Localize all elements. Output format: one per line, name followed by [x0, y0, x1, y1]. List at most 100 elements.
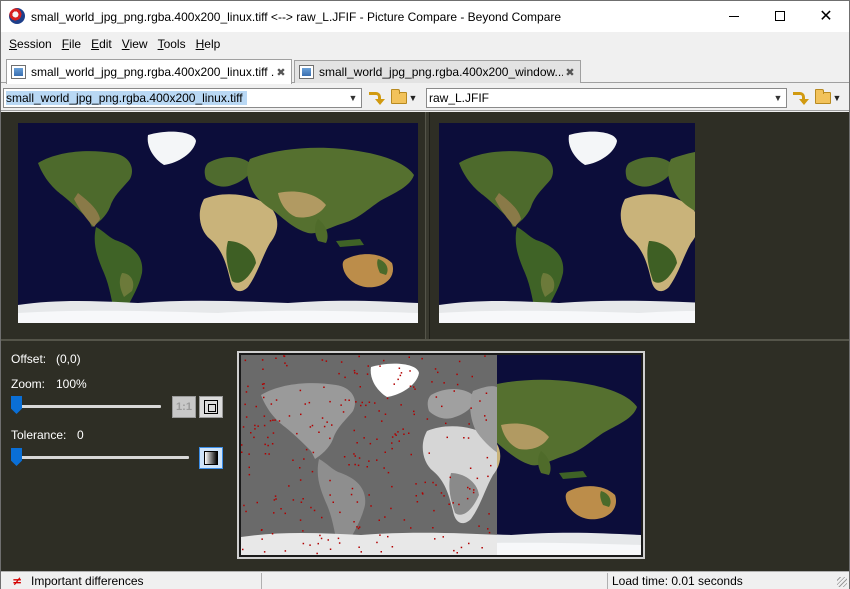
difference-marker: [448, 503, 450, 505]
difference-marker: [399, 374, 402, 377]
difference-marker: [316, 552, 318, 555]
left-open-button[interactable]: [389, 89, 409, 107]
resize-grip-icon[interactable]: [837, 577, 847, 587]
difference-marker: [413, 413, 415, 416]
difference-marker: [468, 423, 470, 425]
difference-marker: [254, 428, 256, 430]
tab-close-icon[interactable]: ✖: [274, 66, 288, 79]
difference-marker: [278, 420, 281, 422]
actual-size-button[interactable]: 1:1: [172, 396, 196, 418]
tab-label: small_world_jpg_png.rgba.400x200_linux.t…: [31, 65, 274, 79]
difference-marker: [243, 504, 245, 507]
difference-marker: [364, 416, 367, 418]
difference-marker: [363, 437, 365, 439]
right-world-map-image[interactable]: [439, 123, 695, 323]
right-open-dropdown[interactable]: ▼: [831, 89, 843, 107]
difference-marker: [248, 473, 251, 476]
left-swap-button[interactable]: [365, 89, 385, 107]
right-swap-button[interactable]: [789, 89, 809, 107]
folder-icon: [391, 89, 407, 104]
tolerance-slider-thumb[interactable]: [11, 448, 22, 466]
difference-marker: [340, 404, 342, 406]
difference-marker: [262, 387, 265, 389]
difference-marker: [263, 396, 265, 399]
left-path-text[interactable]: small_world_jpg_png.rgba.400x200_linux.t…: [4, 91, 345, 105]
menu-tools[interactable]: Tools: [153, 37, 191, 51]
menu-help[interactable]: Help: [191, 37, 226, 51]
difference-marker: [309, 426, 312, 428]
menu-view[interactable]: View: [117, 37, 153, 51]
fit-to-window-button[interactable]: [199, 396, 223, 418]
right-path-combobox[interactable]: raw_L.JFIF ▼: [426, 88, 787, 108]
difference-marker: [394, 433, 396, 435]
menu-session[interactable]: Session: [4, 37, 57, 51]
tab-label: small_world_jpg_png.rgba.400x200_window.…: [319, 65, 563, 79]
title-bar[interactable]: small_world_jpg_png.rgba.400x200_linux.t…: [1, 1, 849, 32]
right-open-button[interactable]: [813, 89, 833, 107]
zoom-slider-track[interactable]: [11, 405, 161, 408]
difference-marker: [456, 383, 459, 386]
difference-marker: [414, 388, 416, 390]
difference-marker: [360, 404, 362, 407]
difference-marker: [408, 356, 410, 358]
difference-marker: [384, 516, 386, 518]
maximize-button[interactable]: [757, 1, 803, 31]
tolerance-mode-button[interactable]: [199, 447, 223, 469]
difference-image[interactable]: [241, 355, 641, 555]
difference-marker: [485, 392, 488, 394]
difference-marker: [446, 436, 448, 439]
difference-marker: [484, 355, 486, 357]
difference-marker: [343, 456, 346, 458]
difference-marker: [387, 471, 390, 474]
difference-marker: [329, 494, 331, 496]
left-path-combobox[interactable]: small_world_jpg_png.rgba.400x200_linux.t…: [3, 88, 362, 108]
difference-marker: [415, 495, 417, 497]
close-button[interactable]: ✕: [803, 1, 849, 31]
maximize-icon: [775, 11, 785, 21]
difference-marker: [302, 542, 305, 545]
difference-marker: [253, 436, 255, 439]
chevron-down-icon[interactable]: ▼: [345, 89, 361, 107]
difference-marker: [432, 481, 434, 484]
difference-marker: [458, 360, 461, 363]
tab-session-linux[interactable]: small_world_jpg_png.rgba.400x200_linux.t…: [6, 59, 292, 84]
difference-marker: [329, 479, 331, 482]
menu-edit[interactable]: Edit: [86, 37, 117, 51]
difference-marker: [332, 501, 334, 503]
difference-marker: [481, 547, 483, 549]
left-open-dropdown[interactable]: ▼: [407, 89, 419, 107]
menu-help-mnemonic: H: [195, 37, 205, 51]
difference-marker: [413, 386, 415, 388]
right-path-text[interactable]: raw_L.JFIF: [427, 91, 770, 105]
difference-marker: [355, 401, 357, 403]
difference-marker: [264, 443, 266, 446]
difference-marker: [376, 459, 378, 461]
difference-marker: [421, 357, 423, 360]
difference-marker: [463, 437, 465, 439]
zoom-slider-thumb[interactable]: [11, 396, 22, 414]
difference-marker: [391, 436, 394, 438]
difference-marker: [409, 385, 412, 387]
right-image-pane[interactable]: [430, 112, 849, 339]
difference-marker: [329, 400, 331, 403]
gradient-icon: [204, 451, 218, 465]
difference-marker: [391, 447, 393, 450]
chevron-down-icon[interactable]: ▼: [770, 89, 786, 107]
left-world-map-image[interactable]: [18, 123, 418, 323]
difference-marker: [344, 376, 346, 379]
beyond-compare-logo-icon: [9, 8, 25, 24]
difference-image-frame: [237, 351, 645, 559]
left-image-pane[interactable]: [1, 112, 425, 339]
difference-marker: [368, 494, 370, 496]
menu-file-label: ile: [69, 37, 82, 51]
left-world-map-graphic: [18, 131, 418, 323]
menu-file[interactable]: File: [57, 37, 86, 51]
difference-marker: [311, 470, 314, 473]
status-bar: ≠ Important differences Load time: 0.01 …: [1, 571, 849, 589]
minimize-button[interactable]: [711, 1, 757, 31]
difference-marker: [273, 512, 275, 514]
offset-value: (0,0): [56, 352, 81, 366]
tab-close-icon[interactable]: ✖: [563, 66, 577, 79]
tolerance-slider-track[interactable]: [11, 456, 189, 459]
tab-session-windows[interactable]: small_world_jpg_png.rgba.400x200_window.…: [294, 60, 581, 83]
